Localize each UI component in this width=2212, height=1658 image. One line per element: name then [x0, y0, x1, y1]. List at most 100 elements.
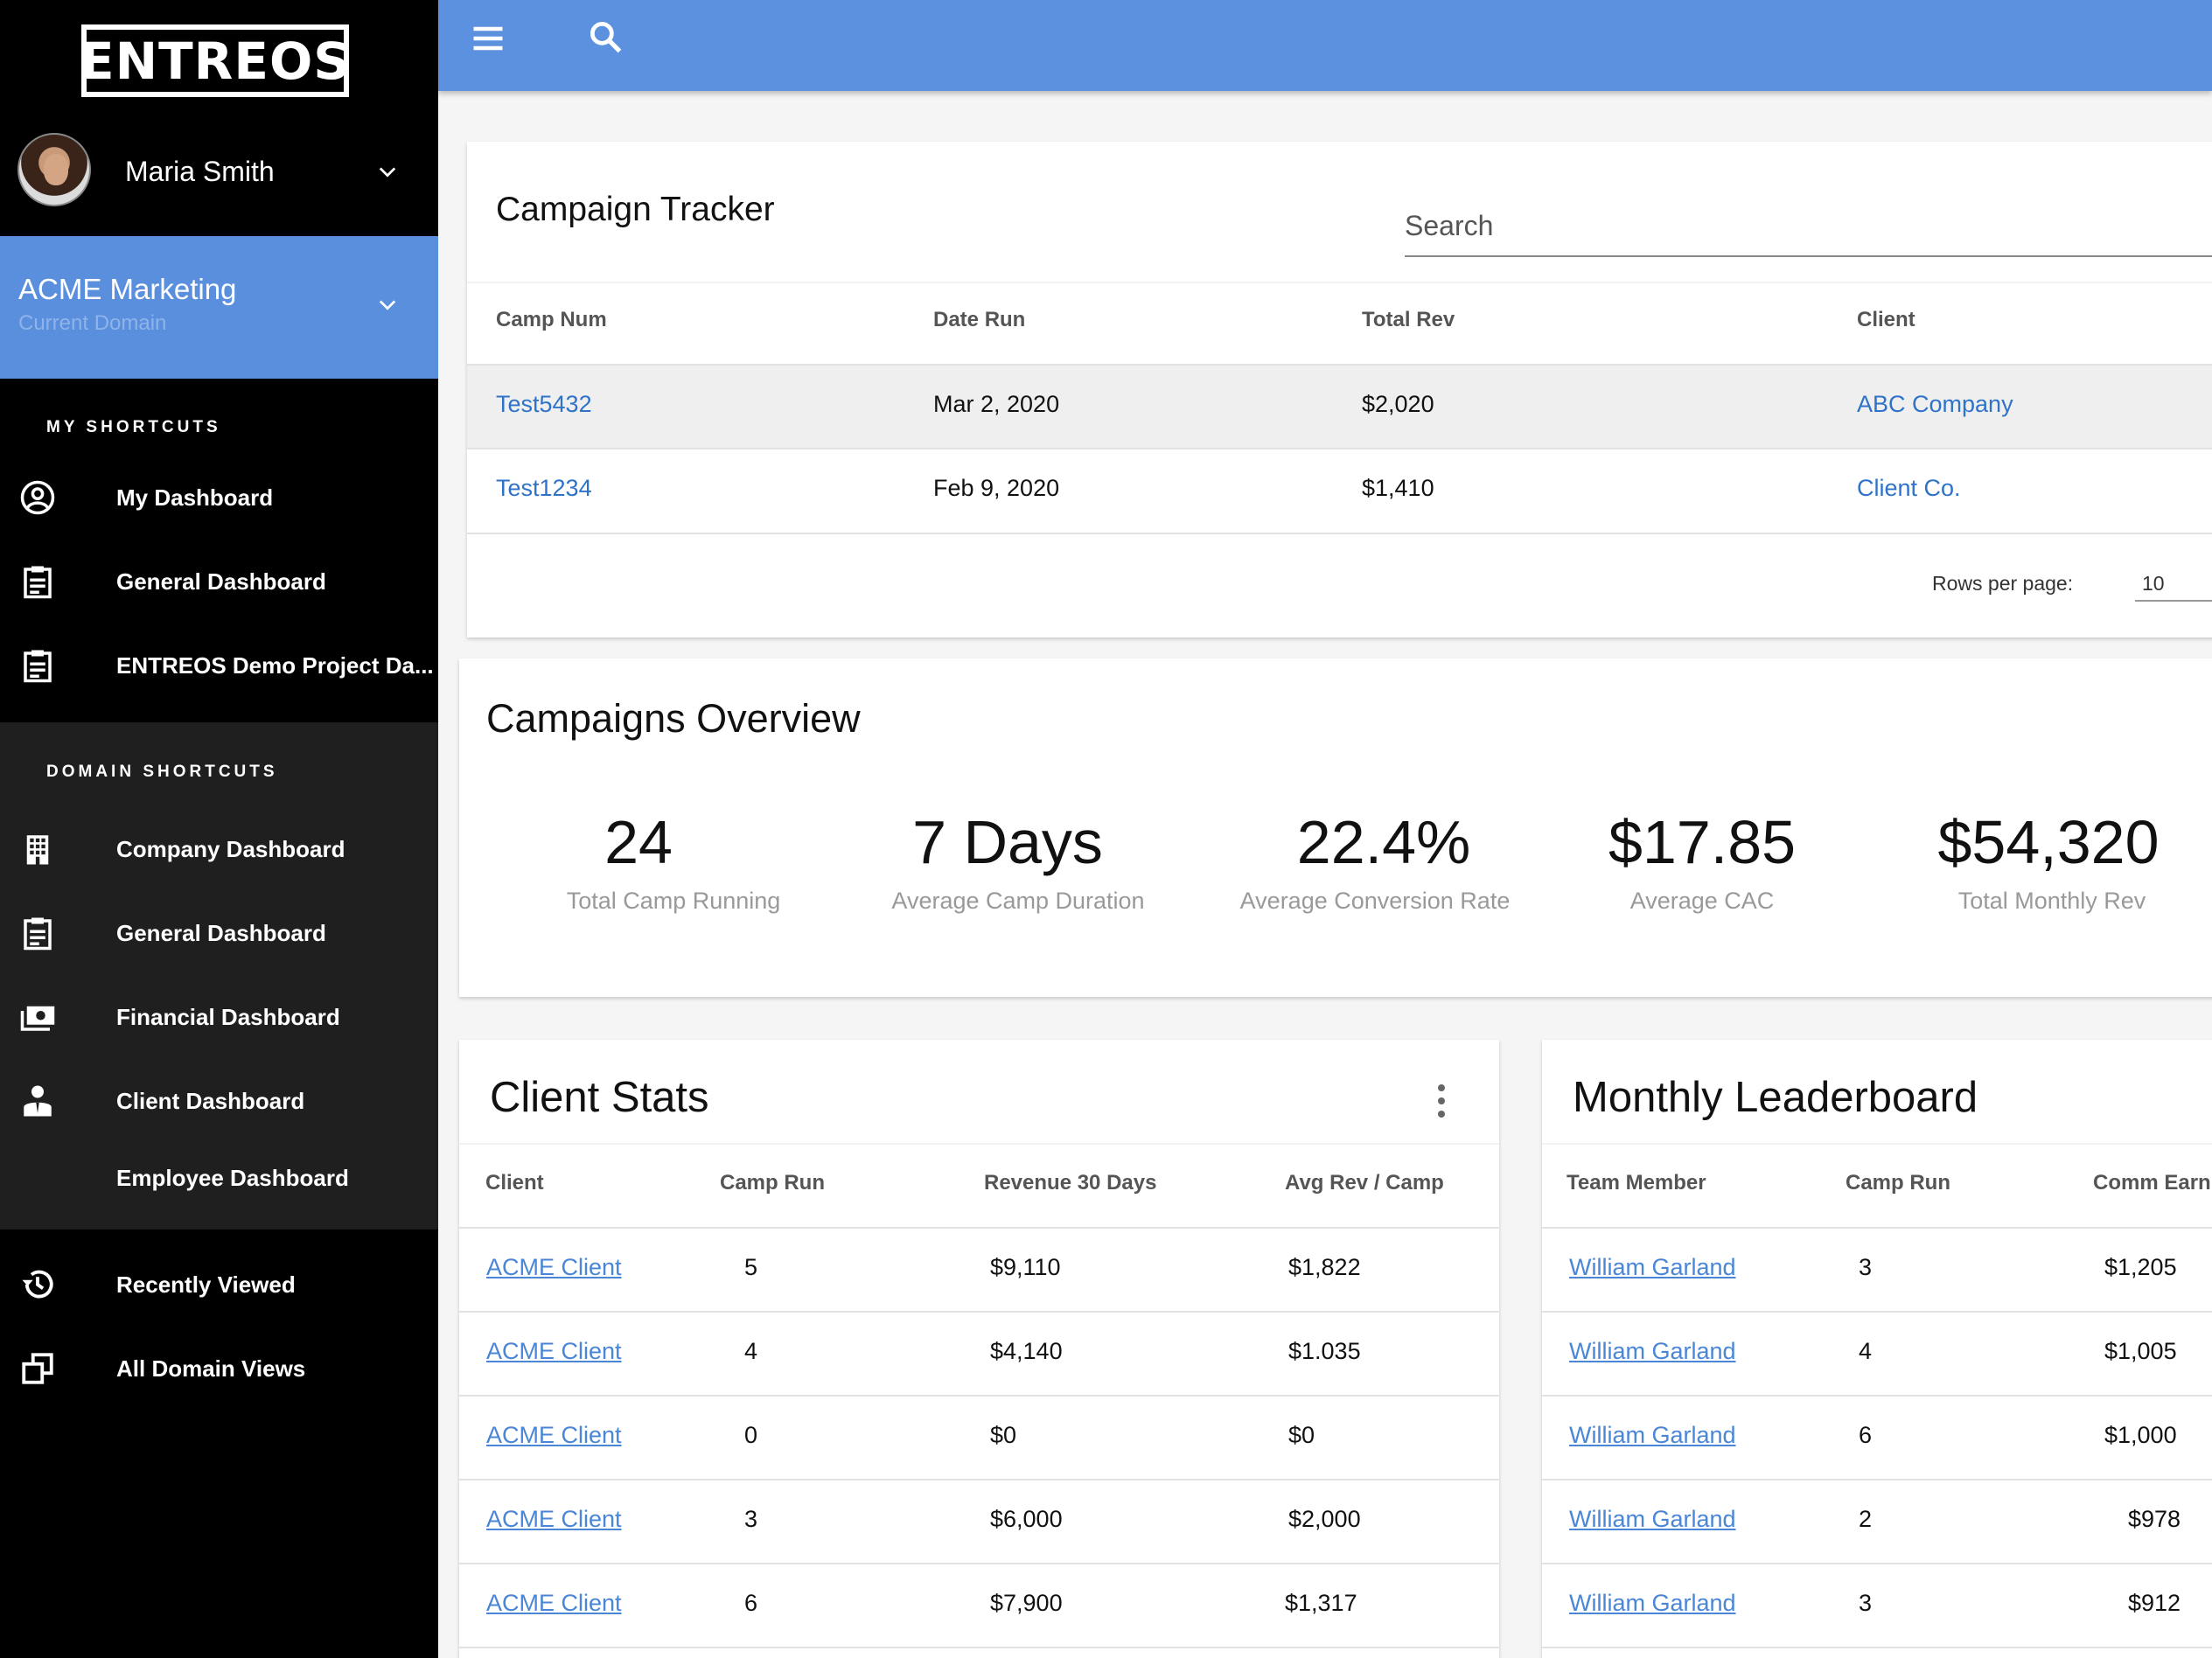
building-icon	[19, 831, 56, 867]
divider	[467, 364, 2212, 366]
divider	[459, 1479, 1499, 1480]
sidebar: ENTREOS Maria Smith ACME Marketing Curre…	[0, 0, 438, 1658]
sidebar-item-demo-project[interactable]: ENTREOS Demo Project Da...	[0, 626, 438, 705]
camp-num-link[interactable]: Test5432	[496, 391, 592, 418]
revenue: $0	[990, 1422, 1017, 1448]
clipboard-icon	[19, 647, 56, 684]
sidebar-item-recently-viewed[interactable]: Recently Viewed	[0, 1245, 438, 1324]
hamburger-menu-icon[interactable]	[469, 19, 507, 58]
divider	[467, 533, 2212, 534]
sidebar-item-general-dashboard-2[interactable]: General Dashboard	[0, 894, 438, 972]
camp-run: 3	[744, 1506, 758, 1532]
sidebar-item-all-domain-views[interactable]: All Domain Views	[0, 1329, 438, 1408]
client-link[interactable]: ACME Client	[486, 1254, 622, 1281]
user-menu[interactable]: Maria Smith	[0, 122, 438, 236]
entreos-logo[interactable]: ENTREOS	[79, 24, 352, 97]
client-stats-card: Client Stats Client Camp Run Revenue 30 …	[459, 1040, 1499, 1658]
comm-earn: $978	[2128, 1506, 2181, 1532]
search-input[interactable]: Search	[1405, 208, 2212, 257]
chevron-down-icon[interactable]	[378, 163, 397, 182]
divider	[459, 1143, 1499, 1145]
column-header[interactable]: Client	[1857, 308, 1915, 332]
sidebar-item-client-dashboard[interactable]: Client Dashboard	[0, 1062, 438, 1140]
client-link[interactable]: ACME Client	[486, 1422, 622, 1449]
campaign-tracker-card: Campaign Tracker Search Camp Num Date Ru…	[467, 142, 2212, 637]
team-member-link[interactable]: William Garland	[1569, 1506, 1736, 1533]
column-header[interactable]: Camp Run	[1846, 1171, 1950, 1195]
domain-selector[interactable]: ACME Marketing Current Domain	[0, 236, 438, 379]
client-link[interactable]: Client Co.	[1857, 475, 1961, 502]
team-member-link[interactable]: William Garland	[1569, 1590, 1736, 1617]
avg-rev: $2,000	[1288, 1506, 1361, 1532]
comm-earn: $1,205	[2104, 1254, 2177, 1280]
revenue: $4,140	[990, 1338, 1063, 1364]
column-header[interactable]: Camp Run	[720, 1171, 825, 1195]
avg-rev: $1.035	[1288, 1338, 1361, 1364]
column-header[interactable]: Date Run	[933, 308, 1025, 332]
divider	[459, 1563, 1499, 1564]
sidebar-item-label: General Dashboard	[116, 568, 326, 595]
avg-rev: $1,822	[1288, 1254, 1361, 1280]
search-placeholder: Search	[1405, 210, 1494, 241]
camp-run: 4	[744, 1338, 758, 1364]
column-header[interactable]: Avg Rev / Camp	[1285, 1171, 1444, 1195]
money-icon	[19, 999, 56, 1035]
team-member-link[interactable]: William Garland	[1569, 1338, 1736, 1365]
revenue: $6,000	[990, 1506, 1063, 1532]
sidebar-item-employee-dashboard[interactable]: Employee Dashboard	[0, 1139, 438, 1217]
logo-text: ENTREOS	[79, 31, 352, 91]
sidebar-item-financial-dashboard[interactable]: Financial Dashboard	[0, 978, 438, 1056]
camp-run: 3	[1859, 1590, 1873, 1616]
sidebar-item-my-dashboard[interactable]: My Dashboard	[0, 458, 438, 537]
column-header[interactable]: Total Rev	[1362, 308, 1455, 332]
camp-num-link[interactable]: Test1234	[496, 475, 592, 502]
clipboard-icon	[19, 915, 56, 951]
column-header[interactable]: Camp Num	[496, 308, 607, 332]
my-shortcuts-title: MY SHORTCUTS	[46, 418, 221, 436]
sidebar-item-general-dashboard[interactable]: General Dashboard	[0, 542, 438, 621]
client-link[interactable]: ACME Client	[486, 1590, 622, 1617]
chevron-down-icon[interactable]	[378, 296, 397, 315]
sidebar-item-label: Financial Dashboard	[116, 1004, 340, 1030]
sidebar-item-label: Client Dashboard	[116, 1088, 305, 1114]
camp-run: 2	[1859, 1506, 1873, 1532]
divider	[459, 1647, 1499, 1648]
camp-run: 0	[744, 1422, 758, 1448]
card-title: Client Stats	[490, 1074, 709, 1121]
search-icon[interactable]	[586, 17, 625, 56]
column-header[interactable]: Comm Earn	[2093, 1171, 2211, 1195]
windows-icon	[19, 1350, 56, 1387]
client-link[interactable]: ACME Client	[486, 1338, 622, 1365]
column-header[interactable]: Client	[485, 1171, 544, 1195]
divider	[467, 282, 2212, 283]
sidebar-item-company-dashboard[interactable]: Company Dashboard	[0, 810, 438, 888]
client-link[interactable]: ACME Client	[486, 1506, 622, 1533]
sidebar-item-label: ENTREOS Demo Project Da...	[116, 652, 434, 679]
user-circle-icon	[19, 479, 56, 516]
sidebar-item-label: My Dashboard	[116, 484, 274, 511]
divider	[459, 1395, 1499, 1397]
campaigns-overview-card: Campaigns Overview 24 Total Camp Running…	[459, 658, 2212, 997]
monthly-leaderboard-card: Monthly Leaderboard Team Member Camp Run…	[1542, 1040, 2212, 1658]
team-member-link[interactable]: William Garland	[1569, 1254, 1736, 1281]
history-icon	[19, 1266, 56, 1303]
revenue: $7,900	[990, 1590, 1063, 1616]
camp-run: 6	[744, 1590, 758, 1616]
sidebar-item-label: Employee Dashboard	[116, 1165, 349, 1191]
column-header[interactable]: Team Member	[1567, 1171, 1706, 1195]
revenue: $9,110	[990, 1254, 1061, 1280]
team-member-link[interactable]: William Garland	[1569, 1422, 1736, 1449]
column-header[interactable]: Revenue 30 Days	[984, 1171, 1156, 1195]
more-vert-icon[interactable]	[1437, 1083, 1446, 1118]
date-run: Feb 9, 2020	[933, 475, 1060, 501]
client-link[interactable]: ABC Company	[1857, 391, 2013, 418]
logo-area: ENTREOS	[0, 0, 438, 122]
sidebar-item-label: Recently Viewed	[116, 1271, 296, 1298]
avg-rev: $1,317	[1285, 1590, 1357, 1616]
rows-per-page-select[interactable]: 10	[2135, 561, 2212, 602]
card-title: Monthly Leaderboard	[1573, 1074, 1978, 1121]
domain-shortcuts-title: DOMAIN SHORTCUTS	[46, 763, 278, 781]
comm-earn: $1,000	[2104, 1422, 2177, 1448]
domain-shortcuts-section: DOMAIN SHORTCUTS Company Dashboard Gener…	[0, 722, 438, 1230]
card-title: Campaigns Overview	[486, 696, 861, 741]
